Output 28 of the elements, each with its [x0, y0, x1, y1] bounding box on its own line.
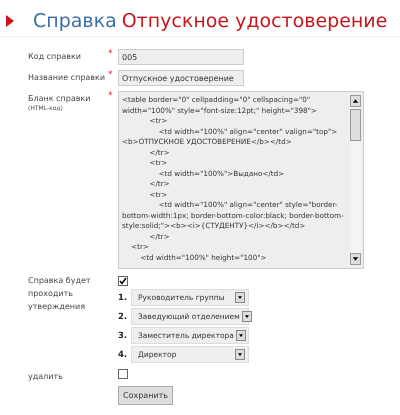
caret-icon: [236, 330, 246, 341]
field-label: Справка будет проходить утверждения: [28, 275, 92, 313]
caret-icon: [235, 292, 245, 303]
section-title: Справка: [33, 10, 117, 32]
scroll-thumb[interactable]: [350, 109, 361, 141]
step-number: 3.: [118, 330, 128, 340]
scrollbar[interactable]: [350, 95, 361, 265]
checkbox[interactable]: [118, 276, 128, 286]
page-title: Отпускное удостоверение: [122, 10, 388, 32]
field-label: Код справки: [28, 51, 82, 61]
required-mark: *: [108, 91, 114, 101]
field-label: Бланк справки: [28, 94, 92, 103]
field-label: удалить: [28, 371, 64, 381]
required-mark: *: [108, 70, 114, 80]
input-field[interactable]: Отпускное удостоверение: [118, 70, 244, 86]
step-number: 1.: [118, 292, 128, 302]
checkbox[interactable]: [118, 369, 128, 379]
save-button[interactable]: Сохранить: [118, 386, 173, 405]
scroll-up-icon[interactable]: [350, 95, 361, 107]
scroll-down-icon[interactable]: [350, 253, 361, 265]
required-mark: *: [108, 49, 114, 59]
caret-icon: [242, 311, 252, 322]
triangle-icon: [6, 15, 14, 27]
input-field[interactable]: 005: [118, 49, 244, 65]
caret-icon: [235, 349, 245, 360]
step-number: 2.: [118, 312, 128, 322]
step-number: 4.: [118, 350, 128, 360]
field-label: Название справки: [28, 72, 106, 82]
